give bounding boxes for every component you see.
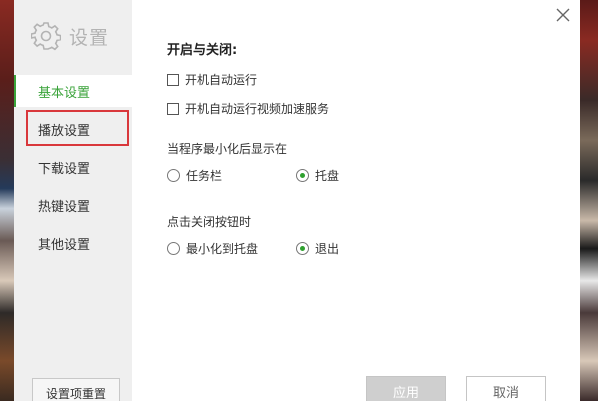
close-minimize-option[interactable]: 最小化到托盘 (167, 240, 258, 257)
background-video-strip-left (0, 0, 14, 401)
settings-sidebar: 设置 基本设置 播放设置 下载设置 热键设置 其他设置 设置项重置 (14, 0, 132, 401)
gear-icon (31, 22, 61, 51)
auto-start-label: 开机自动运行 (185, 73, 258, 87)
apply-button[interactable]: 应用 (366, 376, 446, 401)
sidebar-item-other[interactable]: 其他设置 (14, 227, 132, 259)
close-exit-option[interactable]: 退出 (296, 240, 339, 257)
cancel-button[interactable]: 取消 (466, 376, 546, 401)
auto-accel-label: 开机自动运行视频加速服务 (185, 102, 330, 116)
sidebar-item-playback[interactable]: 播放设置 (14, 113, 132, 145)
minimize-taskbar-option[interactable]: 任务栏 (167, 167, 222, 184)
sidebar-item-download[interactable]: 下载设置 (14, 151, 132, 183)
reset-settings-button[interactable]: 设置项重置 (32, 378, 120, 401)
minimize-taskbar-label: 任务栏 (186, 169, 223, 183)
minimize-tray-option[interactable]: 托盘 (296, 167, 339, 184)
close-group-label: 点击关闭按钮时 (167, 215, 252, 229)
settings-content: 开启与关闭: 开机自动运行 开机自动运行视频加速服务 当程序最小化后显示在 任务… (132, 0, 580, 401)
sidebar-item-hotkeys[interactable]: 热键设置 (14, 189, 132, 221)
minimize-tray-label: 托盘 (315, 169, 340, 183)
settings-dialog: 设置 基本设置 播放设置 下载设置 热键设置 其他设置 设置项重置 开启与关闭:… (14, 0, 580, 401)
auto-accel-checkbox[interactable] (167, 102, 179, 115)
startup-section-title: 开启与关闭: (167, 43, 238, 58)
close-exit-label: 退出 (315, 242, 340, 256)
sidebar-header: 设置 (31, 19, 141, 53)
sidebar-item-basic[interactable]: 基本设置 (14, 75, 132, 107)
close-exit-radio[interactable] (296, 242, 309, 255)
close-minimize-radio[interactable] (167, 242, 180, 255)
auto-start-checkbox[interactable] (167, 73, 179, 86)
background-video-strip-right (580, 0, 598, 401)
auto-accel-option[interactable]: 开机自动运行视频加速服务 (167, 100, 329, 117)
auto-start-option[interactable]: 开机自动运行 (167, 71, 257, 88)
minimize-tray-radio[interactable] (296, 169, 309, 182)
minimize-group-label: 当程序最小化后显示在 (167, 142, 288, 156)
sidebar-title: 设置 (69, 26, 110, 49)
close-minimize-label: 最小化到托盘 (186, 242, 259, 256)
minimize-taskbar-radio[interactable] (167, 169, 180, 182)
